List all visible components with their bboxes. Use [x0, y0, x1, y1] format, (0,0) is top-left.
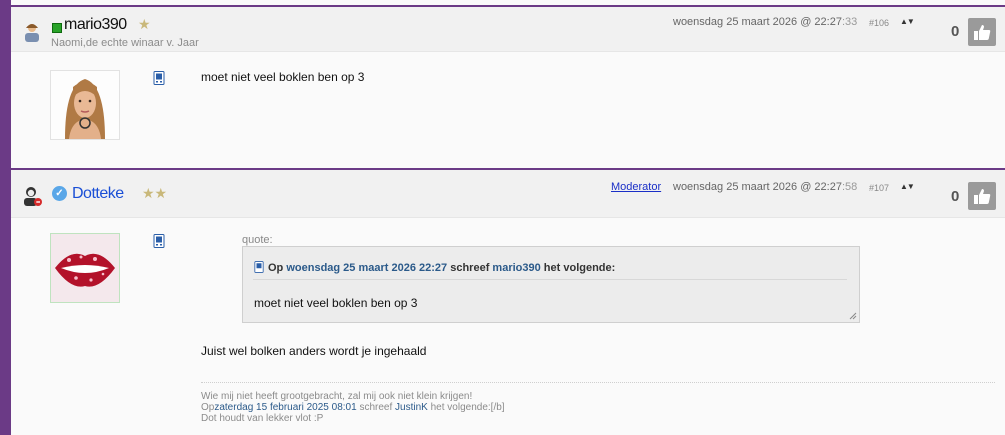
post-date: woensdag 25 maart 2026 @ 22:27:33: [673, 16, 857, 28]
quote-body: moet niet veel boklen ben op 3: [254, 296, 418, 310]
thumbs-up-icon: [974, 25, 991, 40]
avatar[interactable]: [50, 233, 120, 303]
sig-wrote: schreef: [359, 402, 393, 413]
sort-arrows[interactable]: ▲▼: [900, 182, 915, 191]
post-header: mario390 ★ Naomi,de echte winaar v. Jaar…: [11, 7, 1005, 52]
quote-suffix: het volgende:: [543, 262, 616, 274]
sig-suffix: het volgende:[/b]: [430, 402, 505, 413]
vote-count: 0: [951, 23, 960, 40]
post-date-main: woensdag 25 maart 2026 @ 22:27: [673, 16, 842, 28]
resize-handle-icon[interactable]: [849, 312, 857, 320]
signature-divider: [201, 382, 995, 383]
quote-label: quote:: [242, 234, 273, 246]
post-text: Juist wel bolken anders wordt je ingehaa…: [201, 344, 427, 358]
quote-box: Op woensdag 25 maart 2026 22:27 schreef …: [242, 246, 860, 323]
like-button[interactable]: [968, 182, 996, 210]
post-date-main: woensdag 25 maart 2026 @ 22:27: [673, 181, 842, 193]
quote-divider: [253, 279, 847, 280]
sig-date-link[interactable]: zaterdag 15 februari 2025 08:01: [214, 402, 356, 413]
quote-wrote: schreef: [450, 262, 490, 274]
quote-user-link[interactable]: mario390: [492, 262, 540, 274]
sig-prefix: Op: [201, 402, 215, 413]
online-status-icon: [52, 23, 62, 33]
username[interactable]: Dotteke: [72, 185, 124, 203]
quote-date-link[interactable]: woensdag 25 maart 2026 22:27: [286, 262, 447, 274]
mobile-device-icon: [153, 71, 165, 85]
post-date-seconds: :58: [841, 181, 858, 193]
moderator-icon: [24, 187, 42, 206]
verified-check-icon: ✓: [52, 186, 67, 201]
post-106: mario390 ★ Naomi,de echte winaar v. Jaar…: [11, 5, 1005, 170]
post-date-seconds: :33: [841, 16, 858, 28]
quote-header: Op woensdag 25 maart 2026 22:27 schreef …: [254, 261, 615, 274]
post-text: moet niet veel boklen ben op 3: [201, 70, 365, 84]
moderator-badge[interactable]: Moderator: [611, 181, 661, 193]
vote-count: 0: [951, 188, 960, 205]
sig-user-link[interactable]: JustinK: [395, 402, 428, 413]
post-number[interactable]: #106: [869, 18, 889, 28]
signature-line-2: Opzaterdag 15 februari 2025 08:01 schree…: [201, 402, 505, 413]
avatar[interactable]: [50, 70, 120, 140]
post-date: woensdag 25 maart 2026 @ 22:27:58: [673, 181, 857, 193]
sort-arrows[interactable]: ▲▼: [900, 17, 915, 26]
signature-line-1: Wie mij niet heeft grootgebracht, zal mi…: [201, 391, 473, 402]
post-header: ✓ Dotteke ★★ Moderator woensdag 25 maart…: [11, 170, 1005, 218]
user-subtitle: Naomi,de echte winaar v. Jaar: [51, 37, 199, 49]
forum-thread: mario390 ★ Naomi,de echte winaar v. Jaar…: [11, 0, 1005, 435]
username[interactable]: mario390: [64, 16, 127, 34]
double-star-icon: ★★: [142, 185, 168, 201]
mobile-device-icon: [153, 234, 165, 248]
mobile-device-icon: [254, 261, 264, 273]
signature-line-3: Dot houdt van lekker vlot :P: [201, 413, 324, 424]
star-icon: ★: [138, 16, 151, 32]
post-number[interactable]: #107: [869, 183, 889, 193]
thumbs-up-icon: [974, 189, 991, 204]
quote-prefix: Op: [268, 262, 284, 274]
user-icon: [25, 24, 39, 42]
like-button[interactable]: [968, 18, 996, 46]
